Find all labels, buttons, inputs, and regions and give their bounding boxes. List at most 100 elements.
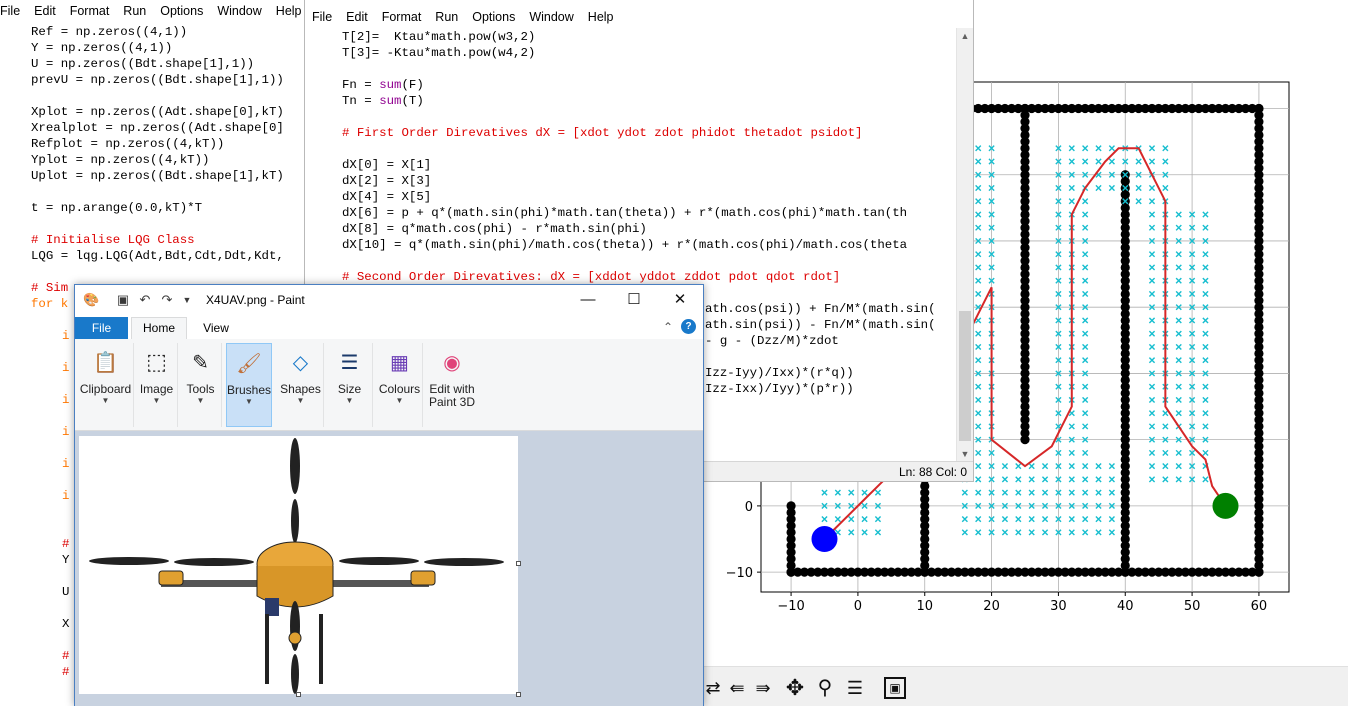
tab-view[interactable]: View bbox=[193, 317, 239, 339]
dropdown-arrow-icon: ▼ bbox=[101, 396, 110, 405]
ribbon-group-shapes[interactable]: ◇ Shapes ▼ bbox=[278, 343, 324, 427]
right-motor bbox=[410, 570, 436, 586]
ribbon-group-paint3d[interactable]: ◉ Edit with Paint 3D bbox=[425, 343, 479, 427]
minimize-button[interactable]: — bbox=[565, 285, 611, 315]
resize-handle-bottom[interactable] bbox=[296, 692, 301, 697]
menu-edit[interactable]: Edit bbox=[34, 4, 56, 18]
propeller-left-blade-2 bbox=[174, 558, 254, 566]
menu-file[interactable]: File bbox=[0, 4, 20, 18]
ribbon-group-tools[interactable]: ✎ Tools ▼ bbox=[180, 343, 222, 427]
menu-window[interactable]: Window bbox=[529, 10, 573, 24]
code-line: T[2]= Ktau*math.pow(w3,2) bbox=[342, 29, 954, 45]
close-button[interactable]: ✕ bbox=[657, 285, 703, 315]
code-token: U = np.zeros((Bdt.shape[1],1)) bbox=[31, 57, 255, 71]
code-token: t = np.arange(0.0,kT)*T bbox=[31, 201, 203, 215]
code-line: LQG = lqg.LQG(Adt,Bdt,Cdt,Ddt,Kdt, bbox=[31, 248, 284, 264]
idle-back-menubar: File Edit Format Run Options Window Help bbox=[0, 0, 310, 22]
vertical-scrollbar[interactable]: ▲ ▼ bbox=[956, 28, 973, 462]
code-token: Refplot = np.zeros((4,kT)) bbox=[31, 137, 225, 151]
code-fragment: ath.sin(psi)) - Fn/M*(math.sin( bbox=[705, 318, 936, 332]
code-fragment: i bbox=[62, 425, 70, 439]
collapse-ribbon-icon[interactable]: ⌃ bbox=[663, 320, 673, 334]
menu-run[interactable]: Run bbox=[123, 4, 146, 18]
menu-help[interactable]: Help bbox=[276, 4, 302, 18]
menu-format[interactable]: Format bbox=[382, 10, 422, 24]
menu-window[interactable]: Window bbox=[217, 4, 261, 18]
code-token: Fn = bbox=[342, 78, 380, 92]
code-fragment: i bbox=[62, 457, 70, 471]
code-fragment: # bbox=[62, 665, 70, 679]
left-motor bbox=[158, 570, 184, 586]
code-token: (T) bbox=[401, 94, 424, 108]
ribbon-group-clipboard[interactable]: 📋 Clipboard ▼ bbox=[78, 343, 134, 427]
scroll-down-icon[interactable]: ▼ bbox=[957, 446, 973, 462]
menu-options[interactable]: Options bbox=[472, 10, 515, 24]
scroll-up-icon[interactable]: ▲ bbox=[957, 28, 973, 44]
code-token: dX[4] = X[5] bbox=[342, 190, 432, 204]
code-fragment: i bbox=[62, 393, 70, 407]
dropdown-arrow-icon: ▼ bbox=[296, 396, 305, 405]
brush-icon: 🖌 bbox=[236, 352, 262, 375]
code-line: Tn = sum(T) bbox=[342, 93, 954, 109]
ribbon-group-size[interactable]: ☰ Size ▼ bbox=[327, 343, 373, 427]
code-line: prevU = np.zeros((Bdt.shape[1],1)) bbox=[31, 72, 284, 88]
ribbon-group-colours[interactable]: ▦ Colours ▼ bbox=[377, 343, 423, 427]
paint-titlebar: 🎨 ▣ ↶ ↷ ▼ X4UAV.png - Paint — ☐ ✕ bbox=[75, 285, 703, 315]
ribbon-tabs: File Home View ⌃ ? bbox=[75, 315, 703, 339]
menu-run[interactable]: Run bbox=[435, 10, 458, 24]
ribbon-group-image[interactable]: ⬚ Image ▼ bbox=[136, 343, 178, 427]
resize-handle-right[interactable] bbox=[516, 561, 521, 566]
code-token: Xplot = np.zeros((Adt.shape[0],kT) bbox=[31, 105, 284, 119]
idle-back-code-text[interactable]: Ref = np.zeros((4,1)) Y = np.zeros((4,1))… bbox=[31, 24, 284, 312]
line-column-indicator: Ln: 88 Col: 0 bbox=[898, 465, 967, 479]
customize-quick-access-icon[interactable]: ▼ bbox=[179, 292, 195, 308]
scrollbar-thumb[interactable] bbox=[959, 311, 971, 441]
maximize-button[interactable]: ☐ bbox=[611, 285, 657, 315]
resize-handle-corner[interactable] bbox=[516, 692, 521, 697]
clipboard-icon: 📋 bbox=[93, 351, 118, 374]
tab-home[interactable]: Home bbox=[131, 317, 187, 339]
code-line: t = np.arange(0.0,kT)*T bbox=[31, 200, 284, 216]
redo-icon[interactable]: ↷ bbox=[159, 292, 175, 308]
code-token: # First Order Direvatives dX = [xdot ydo… bbox=[342, 126, 863, 140]
ribbon-group-brushes[interactable]: 🖌 Brushes ▼ bbox=[226, 343, 272, 427]
tab-file[interactable]: File bbox=[75, 317, 128, 339]
ribbon: 📋 Clipboard ▼ ⬚ Image ▼ ✎ Tools ▼ 🖌 Brus… bbox=[75, 339, 703, 431]
help-icon[interactable]: ? bbox=[681, 319, 696, 334]
code-line: # Second Order Direvatives: dX = [xddot … bbox=[342, 269, 954, 285]
code-line: dX[8] = q*math.cos(phi) - r*math.sin(phi… bbox=[342, 221, 954, 237]
save-icon[interactable]: ▣ bbox=[115, 292, 131, 308]
code-fragment: Izz-Iyy)/Ixx)*(r*q)) bbox=[705, 366, 854, 380]
menu-help[interactable]: Help bbox=[588, 10, 614, 24]
code-line: dX[4] = X[5] bbox=[342, 189, 954, 205]
code-fragment: i bbox=[62, 361, 70, 375]
undo-icon[interactable]: ↶ bbox=[137, 292, 153, 308]
colours-icon: ▦ bbox=[390, 351, 409, 374]
propeller-left-blade bbox=[89, 557, 169, 565]
code-line: dX[10] = q*(math.sin(phi)/math.cos(theta… bbox=[342, 237, 954, 253]
leg-right bbox=[319, 614, 323, 684]
menu-file[interactable]: File bbox=[312, 10, 332, 24]
code-fragment: ath.cos(psi)) + Fn/M*(math.sin( bbox=[705, 302, 936, 316]
code-line: U = np.zeros((Bdt.shape[1],1)) bbox=[31, 56, 284, 72]
code-token: for k bbox=[31, 297, 69, 311]
dropdown-arrow-icon: ▼ bbox=[152, 396, 161, 405]
code-token: dX[2] = X[3] bbox=[342, 174, 432, 188]
idle-front-code-fragments: ath.cos(psi)) + Fn/M*(math.sin( ath.sin(p… bbox=[705, 301, 1317, 706]
leg-left bbox=[265, 614, 269, 684]
code-line: # Initialise LQG Class bbox=[31, 232, 284, 248]
menu-format[interactable]: Format bbox=[70, 4, 110, 18]
image-canvas[interactable] bbox=[79, 436, 518, 694]
code-token: dX[6] = p + q*(math.sin(phi)*math.tan(th… bbox=[342, 206, 908, 220]
menu-options[interactable]: Options bbox=[160, 4, 203, 18]
code-line: Y = np.zeros((4,1)) bbox=[31, 40, 284, 56]
code-token: Yplot = np.zeros((4,kT)) bbox=[31, 153, 210, 167]
menu-edit[interactable]: Edit bbox=[346, 10, 368, 24]
paint-window[interactable]: 🎨 ▣ ↶ ↷ ▼ X4UAV.png - Paint — ☐ ✕ File H… bbox=[74, 284, 704, 706]
